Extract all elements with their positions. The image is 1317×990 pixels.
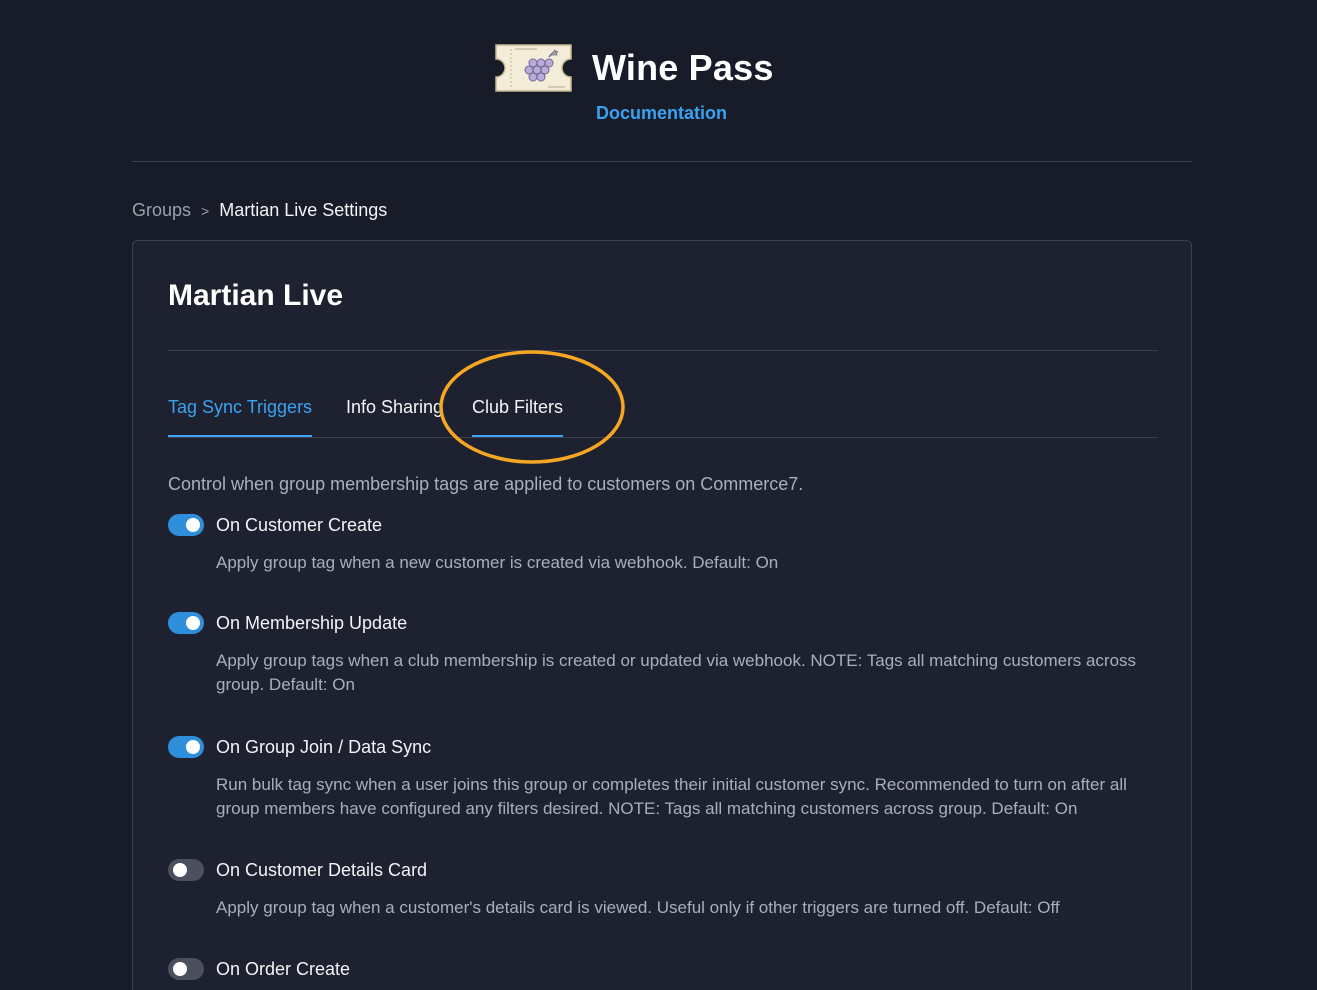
- setting-on-customer-create: On Customer Create Apply group tag when …: [168, 513, 1158, 575]
- tab-club-filters[interactable]: Club Filters: [472, 397, 564, 437]
- tab-label: Info Sharing: [346, 397, 444, 417]
- setting-label: On Customer Details Card: [216, 859, 428, 880]
- club-filters-underline: [472, 435, 564, 437]
- breadcrumb-separator: >: [201, 202, 210, 219]
- setting-description: Apply group tag when a new customer is c…: [216, 553, 779, 572]
- setting-description: Apply group tags when a club membership …: [216, 651, 1137, 694]
- toggle-switch[interactable]: [168, 514, 204, 536]
- toggle-switch[interactable]: [168, 612, 204, 634]
- breadcrumb-groups-link[interactable]: Groups: [132, 200, 191, 221]
- settings-card: Martian Live Tag Sync Triggers Info Shar…: [132, 240, 1192, 990]
- setting-on-membership-update: On Membership Update Apply group tags wh…: [168, 611, 1158, 697]
- toggle-knob: [186, 518, 200, 532]
- setting-on-order-create: On Order Create: [168, 957, 1158, 981]
- setting-label: On Membership Update: [216, 612, 408, 633]
- page-title: Martian Live: [168, 279, 344, 312]
- toggle-switch[interactable]: [168, 736, 204, 758]
- card-divider: [168, 350, 1158, 351]
- breadcrumb: Groups > Martian Live Settings: [132, 200, 387, 221]
- setting-label: On Group Join / Data Sync: [216, 736, 432, 757]
- brand: Wine Pass: [493, 42, 774, 94]
- wine-ticket-grapes-icon: [495, 44, 572, 92]
- toggle-switch[interactable]: [168, 958, 204, 980]
- setting-description: Run bulk tag sync when a user joins this…: [216, 775, 1127, 818]
- header-divider: [132, 161, 1192, 162]
- header: Wine Pass Documentation: [0, 0, 1317, 162]
- tab-bar: Tag Sync Triggers Info Sharing Club Filt…: [168, 386, 1158, 438]
- breadcrumb-current: Martian Live Settings: [219, 200, 388, 220]
- toggle-switch[interactable]: [168, 859, 204, 881]
- intro-text: Control when group membership tags are a…: [168, 474, 804, 494]
- app-title: Wine Pass: [592, 47, 774, 88]
- toggle-knob: [173, 962, 187, 976]
- page: Wine Pass Documentation Groups > Martian…: [0, 0, 1317, 990]
- toggle-knob: [186, 740, 200, 754]
- setting-on-customer-details-card: On Customer Details Card Apply group tag…: [168, 858, 1158, 920]
- toggle-knob: [186, 616, 200, 630]
- setting-label: On Order Create: [216, 958, 351, 979]
- tab-tag-sync-triggers[interactable]: Tag Sync Triggers: [168, 397, 313, 437]
- tab-label: Tag Sync Triggers: [168, 397, 313, 417]
- toggle-knob: [173, 863, 187, 877]
- setting-description: Apply group tag when a customer's detail…: [216, 898, 1060, 917]
- active-tab-underline: [168, 435, 313, 437]
- setting-on-group-join-data-sync: On Group Join / Data Sync Run bulk tag s…: [168, 735, 1158, 821]
- tab-label: Club Filters: [472, 397, 564, 417]
- tab-info-sharing[interactable]: Info Sharing: [346, 397, 443, 437]
- setting-label: On Customer Create: [216, 514, 383, 535]
- documentation-link[interactable]: Documentation: [0, 103, 1317, 124]
